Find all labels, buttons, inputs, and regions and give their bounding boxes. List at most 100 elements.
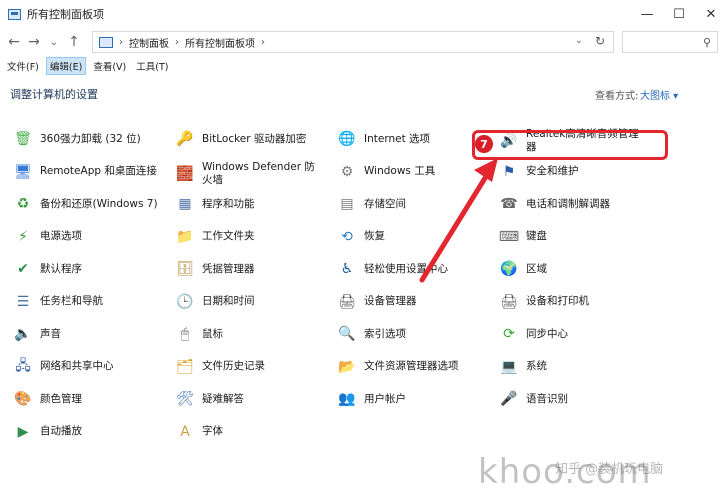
item-label: 语音识别 bbox=[526, 392, 568, 405]
control-panel-item[interactable]: ☎ 电话和调制解调器 bbox=[498, 193, 648, 215]
view-by-label: 查看方式: bbox=[595, 91, 639, 102]
control-panel-item[interactable]: 🌐 Internet 选项 bbox=[336, 128, 486, 150]
item-label: Windows 工具 bbox=[364, 165, 436, 177]
item-label: 360强力卸载 (32 位) bbox=[40, 132, 141, 145]
control-panel-item[interactable]: ⟲ 恢复 bbox=[336, 226, 486, 248]
device-manager-icon: 🖨 bbox=[338, 293, 356, 310]
watermark-caption: 知乎 @装机玩电脑 bbox=[555, 462, 664, 477]
item-label: 键盘 bbox=[526, 230, 547, 242]
recent-locations-button[interactable]: ⌄ bbox=[44, 30, 64, 54]
search-input[interactable]: ⚲ bbox=[622, 31, 718, 53]
sync-icon: ⟳ bbox=[503, 326, 515, 342]
page-title: 调整计算机的设置 bbox=[10, 88, 98, 101]
navigation-bar: ← → ⌄ ↑ › 控制面板 › 所有控制面板项 › ⌄ ↻ bbox=[0, 28, 727, 56]
control-panel-item[interactable]: ⟳ 同步中心 bbox=[498, 323, 648, 345]
item-label: Windows Defender 防火墙 bbox=[202, 160, 315, 186]
close-button[interactable]: ✕ bbox=[695, 0, 727, 28]
flag-icon: ⚑ bbox=[502, 163, 516, 180]
control-panel-item[interactable]: 👥 用户帐户 bbox=[336, 388, 486, 410]
control-panel-item[interactable]: 🗄 凭据管理器 bbox=[174, 258, 324, 280]
control-panel-item[interactable]: 🕒 日期和时间 bbox=[174, 291, 324, 313]
search-icon: ⚲ bbox=[702, 35, 711, 49]
control-panel-item[interactable]: 🖱 鼠标 bbox=[174, 323, 324, 345]
control-panel-item[interactable]: ⚙ Windows 工具 bbox=[336, 161, 486, 183]
menu-tools[interactable]: 工具(T) bbox=[133, 58, 171, 74]
control-panel-item[interactable]: 🔈 声音 bbox=[12, 323, 162, 345]
view-by-dropdown[interactable]: 大图标 ▾ bbox=[640, 87, 678, 102]
window-controls: — ☐ ✕ bbox=[631, 0, 727, 28]
item-label: 字体 bbox=[202, 425, 223, 437]
item-label: 鼠标 bbox=[202, 327, 223, 340]
control-panel-item[interactable]: ▤ 存储空间 bbox=[336, 193, 486, 215]
power-icon: ⚡ bbox=[18, 228, 28, 245]
item-label: BitLocker 驱动器加密 bbox=[202, 132, 307, 145]
minimize-button[interactable]: — bbox=[631, 0, 663, 28]
menu-view[interactable]: 查看(V) bbox=[90, 58, 129, 74]
control-panel-item[interactable]: ✔ 默认程序 bbox=[12, 258, 162, 280]
control-panel-item[interactable]: 🛠 疑难解答 bbox=[174, 388, 324, 410]
item-label: 存储空间 bbox=[364, 197, 406, 210]
control-panel-item[interactable]: ⚡ 电源选项 bbox=[12, 226, 162, 248]
menu-file[interactable]: 文件(F) bbox=[4, 58, 42, 74]
control-panel-item[interactable]: ♿ 轻松使用设置中心 bbox=[336, 258, 486, 280]
address-dropdown-button[interactable]: ⌄ bbox=[575, 35, 583, 46]
gear-icon: ⚙ bbox=[340, 163, 354, 180]
control-panel-item[interactable]: 🧱 Windows Defender 防火墙 bbox=[174, 161, 324, 187]
default-programs-icon: ✔ bbox=[17, 261, 29, 277]
refresh-button[interactable]: ↻ bbox=[595, 34, 605, 48]
item-label: 自动播放 bbox=[40, 425, 82, 437]
item-label: 程序和功能 bbox=[202, 197, 255, 210]
control-panel-item[interactable]: 🔍 索引选项 bbox=[336, 323, 486, 345]
control-panel-item[interactable]: 🎤 语音识别 bbox=[498, 388, 648, 410]
breadcrumb-separator: › bbox=[175, 36, 179, 48]
control-panel-item[interactable]: 🖨 设备管理器 bbox=[336, 291, 486, 313]
control-panel-item[interactable]: 📁 工作文件夹 bbox=[174, 226, 324, 248]
taskbar-icon: ☰ bbox=[16, 293, 30, 310]
up-button[interactable]: ↑ bbox=[64, 30, 84, 54]
control-panel-item[interactable]: A 字体 bbox=[174, 421, 324, 443]
menu-edit[interactable]: 编辑(E) bbox=[45, 57, 87, 75]
storage-icon: ▤ bbox=[340, 196, 354, 212]
back-button[interactable]: ← bbox=[4, 30, 24, 54]
explorer-options-icon: 📂 bbox=[338, 358, 356, 375]
control-panel-item[interactable]: ▶ 自动播放 bbox=[12, 421, 162, 443]
forward-button[interactable]: → bbox=[24, 30, 44, 54]
network-icon: 🖧 bbox=[15, 357, 31, 374]
control-panel-item[interactable]: ☰ 任务栏和导航 bbox=[12, 291, 162, 313]
item-label: 索引选项 bbox=[364, 327, 406, 340]
printer-icon: 🖨 bbox=[500, 293, 518, 310]
control-panel-item[interactable]: 🎨 颜色管理 bbox=[12, 388, 162, 410]
control-panel-item[interactable]: ▦ 程序和功能 bbox=[174, 193, 324, 215]
address-bar[interactable]: › 控制面板 › 所有控制面板项 › ⌄ ↻ bbox=[92, 31, 614, 53]
item-label: 凭据管理器 bbox=[202, 262, 255, 275]
troubleshoot-icon: 🛠 bbox=[176, 391, 194, 407]
breadcrumb-all-items[interactable]: 所有控制面板项 bbox=[185, 35, 255, 50]
item-label: 工作文件夹 bbox=[202, 230, 255, 242]
phone-icon: ☎ bbox=[500, 196, 518, 212]
control-panel-icon bbox=[8, 8, 21, 20]
control-panel-item[interactable]: 🖨 设备和打印机 bbox=[498, 291, 648, 313]
control-panel-item[interactable]: 💻 系统 bbox=[498, 356, 648, 378]
control-panel-item[interactable]: 🖥 RemoteApp 和桌面连接 bbox=[12, 161, 162, 183]
control-panel-item[interactable]: 🔑 BitLocker 驱动器加密 bbox=[174, 128, 324, 150]
title-bar: 所有控制面板项 — ☐ ✕ bbox=[0, 0, 727, 28]
breadcrumb-control-panel[interactable]: 控制面板 bbox=[129, 35, 169, 50]
key-icon: 🔑 bbox=[176, 131, 194, 147]
control-panel-item[interactable]: 🗑 360强力卸载 (32 位) bbox=[12, 128, 162, 150]
item-label: 颜色管理 bbox=[40, 392, 82, 405]
remote-desktop-icon: 🖥 bbox=[14, 163, 32, 180]
control-panel-item[interactable]: 🗂 文件历史记录 bbox=[174, 356, 324, 378]
control-panel-item[interactable]: ♻ 备份和还原(Windows 7) bbox=[12, 193, 162, 215]
item-label: 任务栏和导航 bbox=[40, 295, 103, 307]
control-panel-item[interactable]: ⌨ 键盘 bbox=[498, 226, 648, 248]
control-panel-item[interactable]: 📂 文件资源管理器选项 bbox=[336, 356, 486, 378]
item-label: Internet 选项 bbox=[364, 132, 431, 145]
control-panel-item[interactable]: ⚑ 安全和维护 bbox=[498, 161, 648, 183]
item-label: 电源选项 bbox=[40, 230, 82, 242]
control-panel-item[interactable]: 🖧 网络和共享中心 bbox=[12, 356, 162, 378]
maximize-button[interactable]: ☐ bbox=[663, 0, 695, 28]
item-label: 安全和维护 bbox=[526, 165, 579, 177]
control-panel-item[interactable]: 🌍 区域 bbox=[498, 258, 648, 280]
item-label: 恢复 bbox=[364, 230, 385, 242]
file-history-icon: 🗂 bbox=[176, 358, 194, 375]
